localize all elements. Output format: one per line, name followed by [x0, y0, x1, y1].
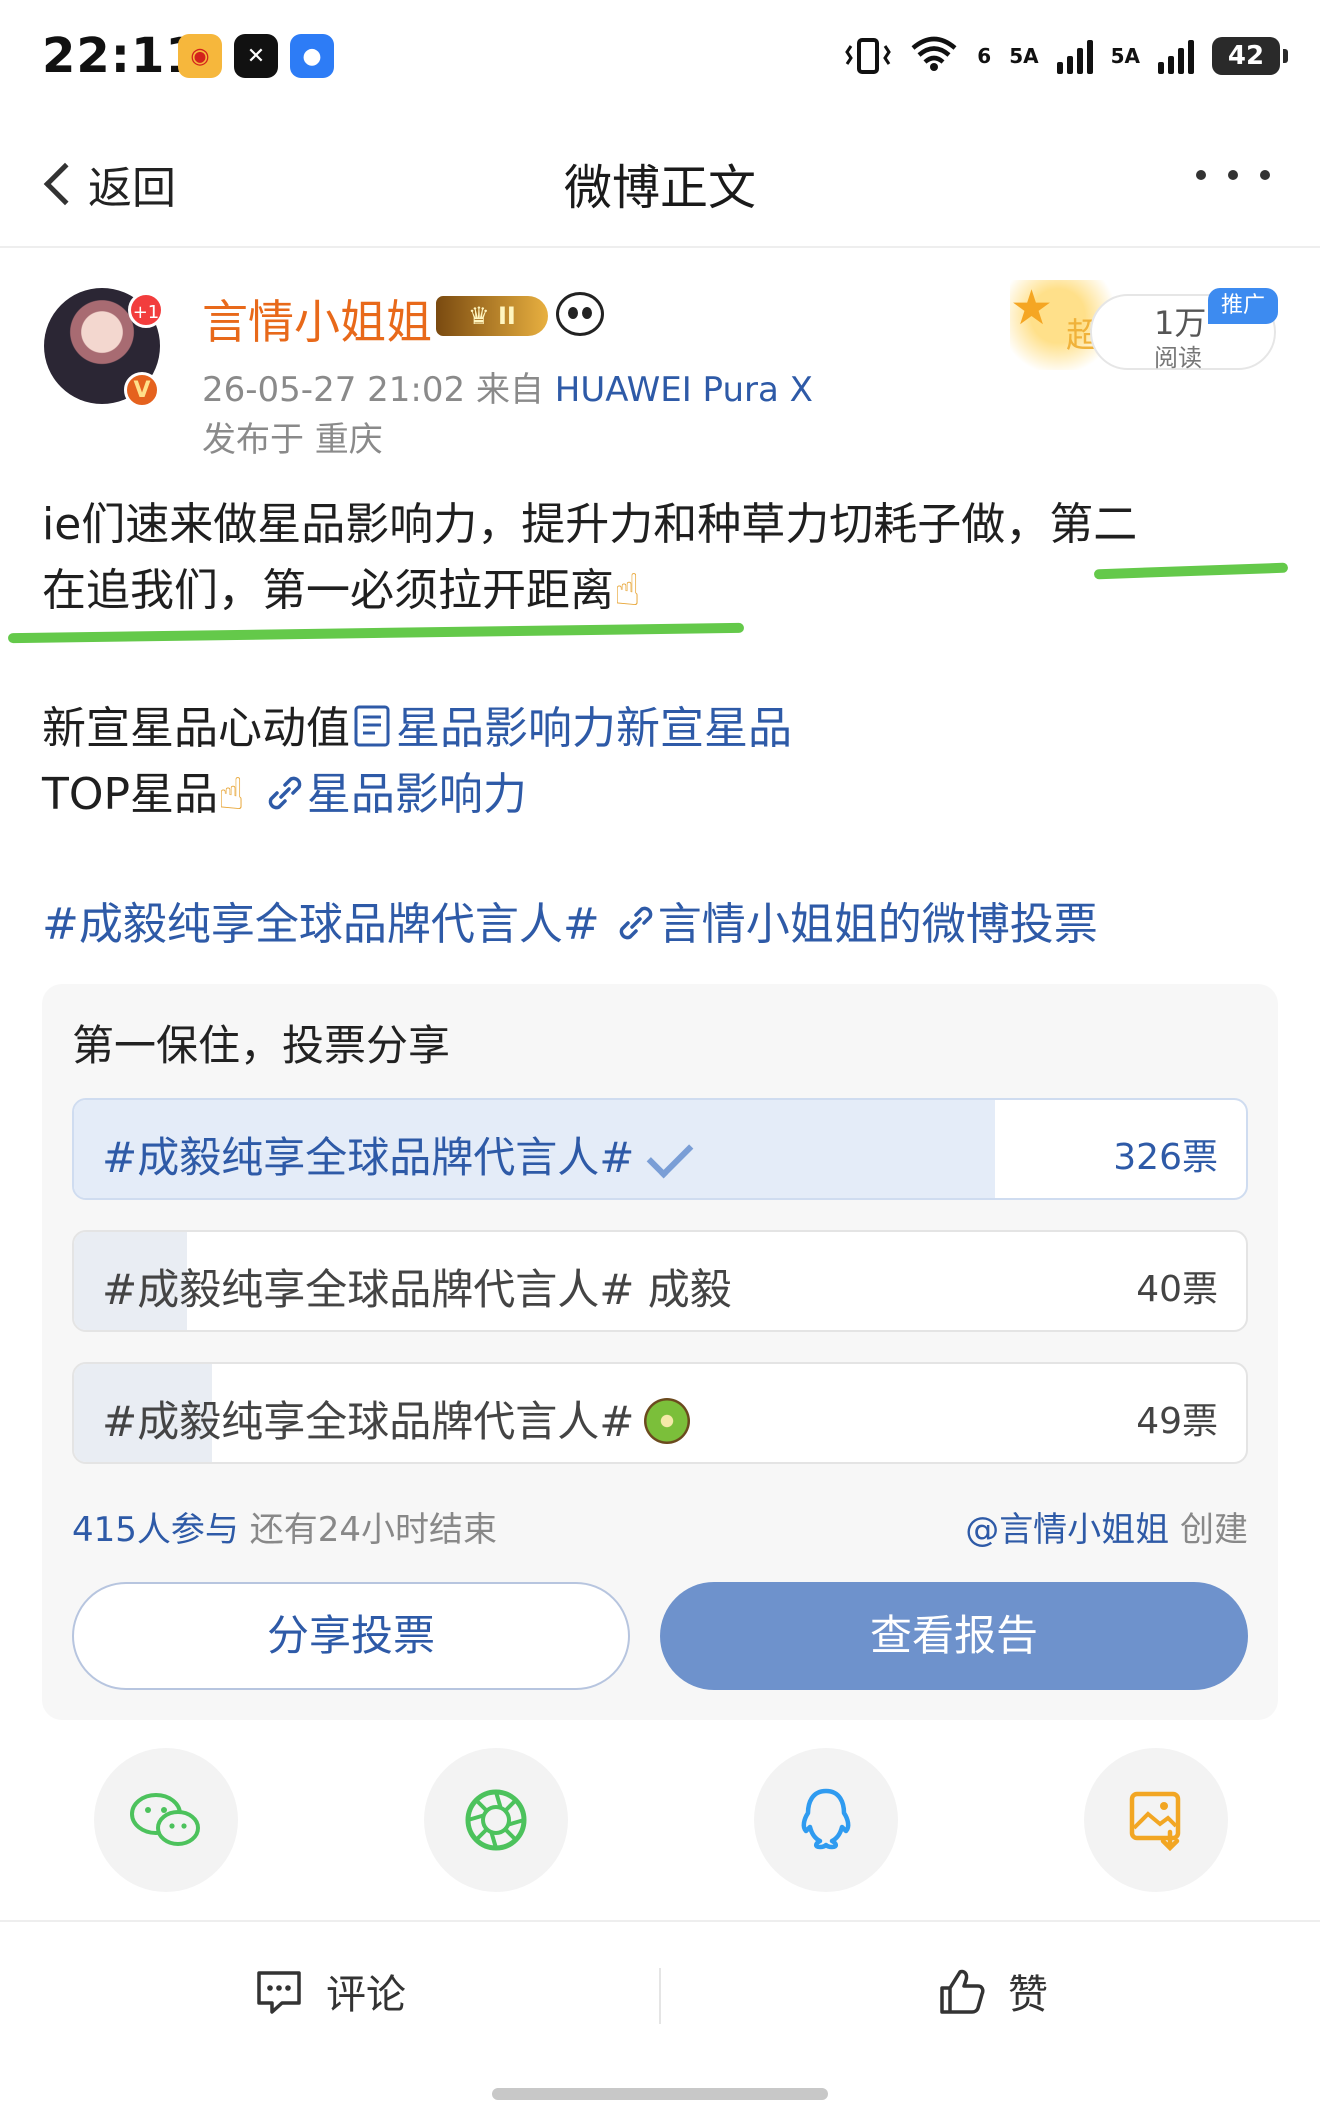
- wifi-icon: [909, 34, 959, 77]
- comment-button[interactable]: 评论: [254, 1962, 406, 2020]
- signal-1-label: 5A: [1009, 43, 1039, 68]
- vote-link[interactable]: 言情小姐姐的微博投票: [658, 899, 1098, 950]
- poll-title: 第一保住，投票分享: [72, 1021, 451, 1070]
- line2-text: 新宣星品心动值: [42, 703, 350, 754]
- pointing-up-icon-2: ☝: [218, 769, 245, 820]
- wifi-generation: 6: [977, 43, 992, 68]
- share-row: [0, 1748, 1320, 1898]
- post-text-underlined-a: 第二: [1049, 499, 1138, 550]
- topic-link[interactable]: #成毅纯享全球品牌代言人#: [42, 899, 600, 950]
- post-line-3: TOP星品☝ 星品影响力: [42, 758, 527, 822]
- post-location: 发布于 重庆: [202, 420, 383, 460]
- verified-icon: V: [124, 372, 160, 408]
- post-text-main: ie们速来做星品影响力，提升力和种草力切耗子做，: [42, 499, 1050, 550]
- created-label: 创建: [1180, 1510, 1248, 1550]
- more-menu-icon[interactable]: [1196, 170, 1270, 180]
- battery-icon: 42: [1212, 36, 1288, 75]
- highlight-stroke-2: [7, 622, 745, 644]
- back-button[interactable]: 返回: [40, 152, 176, 216]
- line3-link[interactable]: 星品影响力: [307, 769, 527, 820]
- chat-icon: ●: [290, 34, 334, 78]
- link-icon: [263, 769, 307, 820]
- system-status: 6 5A 5A 42: [845, 34, 1288, 77]
- thumbs-up-icon: [940, 1969, 985, 2014]
- from-label: 来自: [475, 370, 544, 410]
- poll-option-1-votes: 326票: [1113, 1137, 1218, 1178]
- crown-level-icon[interactable]: ♛ II: [436, 296, 548, 336]
- nav-bar: 返回 微博正文: [0, 120, 1320, 248]
- like-label: 赞: [1008, 1972, 1048, 2018]
- bottom-action-bar: 评论 赞: [0, 1920, 1320, 2070]
- signal-1-icon: [1056, 38, 1093, 74]
- post-line-4: #成毅纯享全球品牌代言人# 言情小姐姐的微博投票: [42, 888, 1098, 952]
- divider: [659, 1968, 661, 2024]
- level-badge: II: [498, 302, 516, 330]
- poll-creator: @言情小姐姐 创建: [965, 1502, 1248, 1551]
- time-left: 还有24小时结束: [249, 1510, 497, 1550]
- wechat-icon[interactable]: [94, 1748, 238, 1892]
- author-name[interactable]: 言情小姐姐: [202, 286, 432, 352]
- chevron-left-icon: [43, 162, 87, 206]
- back-label: 返回: [88, 163, 176, 214]
- view-report-button[interactable]: 查看报告: [660, 1582, 1248, 1690]
- vibrate-icon: [845, 37, 892, 74]
- notification-icons: ◉ ✕ ●: [178, 34, 334, 78]
- read-label: 阅读: [1154, 344, 1202, 372]
- weibo-icon: ◉: [178, 34, 222, 78]
- share-poll-button[interactable]: 分享投票: [72, 1582, 630, 1690]
- kiwi-icon: [644, 1398, 691, 1444]
- pointing-up-icon: ☝: [614, 565, 641, 616]
- panda-icon[interactable]: [556, 292, 604, 336]
- like-button[interactable]: 赞: [936, 1962, 1048, 2020]
- save-image-icon[interactable]: [1084, 1748, 1228, 1892]
- poll-stats: 415人参与 还有24小时结束: [72, 1502, 497, 1551]
- creator-link[interactable]: @言情小姐姐: [965, 1510, 1169, 1550]
- avatar-badge: +1: [128, 292, 164, 328]
- poll-option-1[interactable]: #成毅纯享全球品牌代言人# 326票: [72, 1098, 1248, 1200]
- post-meta: 26-05-27 21:02 来自 HUAWEI Pura X: [202, 362, 813, 411]
- poll-card: 第一保住，投票分享 #成毅纯享全球品牌代言人# 326票 #成毅纯享全球品牌代言…: [42, 984, 1278, 1720]
- promo-widget[interactable]: ★ 超 1万 阅读 推广: [1010, 280, 1280, 372]
- poll-option-3[interactable]: #成毅纯享全球品牌代言人# 49票: [72, 1362, 1248, 1464]
- signal-2-label: 5A: [1110, 43, 1140, 68]
- poll-option-2[interactable]: #成毅纯享全球品牌代言人# 成毅 40票: [72, 1230, 1248, 1332]
- qq-icon[interactable]: [754, 1748, 898, 1892]
- ad-tag: 推广: [1208, 288, 1278, 324]
- participant-count: 415人参与: [72, 1510, 239, 1550]
- moments-icon[interactable]: [424, 1748, 568, 1892]
- status-bar: 22:11 ◉ ✕ ● 6 5A 5A 42: [0, 0, 1320, 120]
- weibo-post-page: 22:11 ◉ ✕ ● 6 5A 5A 42 返回 微博正文 +1 V 言情小姐…: [0, 0, 1320, 2120]
- poll-option-1-label: #成毅纯享全球品牌代言人#: [102, 1124, 694, 1185]
- author-header: +1 V 言情小姐姐 ♛ II 26-05-27 21:02 来自 HUAWEI…: [0, 280, 1320, 460]
- poll-option-3-label: #成毅纯享全球品牌代言人#: [102, 1388, 691, 1449]
- poll-option-2-label: #成毅纯享全球品牌代言人# 成毅: [102, 1265, 732, 1314]
- post-line-2: 新宣星品心动值 星品影响力新宣星品: [42, 692, 792, 756]
- post-timestamp: 26-05-27 21:02: [202, 370, 466, 410]
- poll-option-3-votes: 49票: [1136, 1401, 1218, 1442]
- poll-option-2-votes: 40票: [1136, 1269, 1218, 1310]
- capcut-icon: ✕: [234, 34, 278, 78]
- line3-text: TOP星品: [42, 769, 219, 820]
- signal-2-icon: [1158, 38, 1194, 74]
- comment-label: 评论: [326, 1972, 406, 2018]
- post-text-underlined-b: 在追我们，第一必须拉开距离: [42, 565, 614, 616]
- line2-link[interactable]: 星品影响力新宣星品: [396, 703, 792, 754]
- post-text: ie们速来做星品影响力，提升力和种草力切耗子做，第二 在追我们，第一必须拉开距离…: [42, 492, 1282, 624]
- home-indicator[interactable]: [492, 2088, 828, 2100]
- comment-icon: [257, 1971, 301, 2014]
- document-icon: [350, 703, 396, 754]
- page-title: 微博正文: [563, 160, 756, 216]
- link-icon-2: [614, 899, 658, 950]
- battery-level: 42: [1227, 40, 1265, 71]
- clock: 22:11: [42, 28, 200, 84]
- device-link[interactable]: HUAWEI Pura X: [555, 370, 813, 410]
